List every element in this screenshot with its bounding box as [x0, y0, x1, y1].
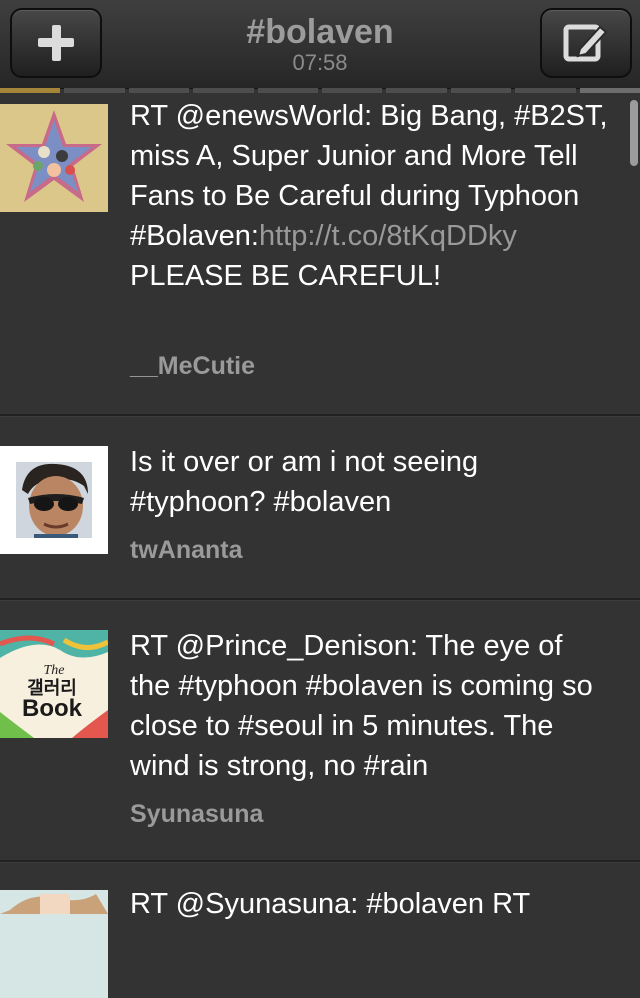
tweet-text: RT @Prince_Denison: The eye of the #typh…	[130, 630, 593, 782]
page-dot	[64, 88, 125, 93]
tweet-text: RT @Syunasuna: #bolaven RT	[130, 888, 531, 920]
timestamp: 07:58	[292, 50, 348, 75]
sunglasses-portrait-icon	[0, 446, 108, 554]
user-avatar[interactable]	[0, 104, 108, 212]
user-avatar[interactable]: The 갤러리 Book	[0, 630, 108, 738]
tweet-username[interactable]: __MeCutie	[130, 352, 255, 381]
page-dot	[128, 88, 190, 93]
tweet-row[interactable]: The 갤러리 Book RT @Prince_Denison: The eye…	[0, 600, 640, 862]
tweet-row[interactable]: RT @enewsWorld: Big Bang, #B2ST, miss A,…	[0, 94, 640, 416]
page-dot	[515, 88, 576, 93]
navigation-bar: #bolaven 07:58	[0, 0, 640, 89]
tweet-text: RT @enewsWorld: Big Bang, #B2ST, miss A,…	[130, 96, 610, 296]
photo-icon	[0, 890, 108, 998]
page-dot	[579, 88, 640, 93]
page-dot	[257, 88, 319, 93]
tweet-text-segment: PLEASE BE CAREFUL!	[130, 260, 442, 292]
tweet-link[interactable]: http://t.co/8tKqDDky	[259, 220, 517, 252]
compose-icon	[563, 24, 608, 62]
compose-button[interactable]	[540, 8, 632, 78]
page-dot	[450, 88, 512, 93]
user-avatar[interactable]	[0, 446, 108, 554]
tweet-text: Is it over or am i not seeing #typhoon? …	[130, 446, 479, 518]
tweet-username[interactable]: twAnanta	[130, 536, 243, 565]
tweet-row[interactable]: RT @Syunasuna: #bolaven RT	[0, 862, 640, 998]
gallery-book-icon: The 갤러리 Book	[0, 630, 108, 738]
avatar-text: Book	[22, 695, 83, 722]
user-avatar[interactable]	[0, 890, 108, 998]
add-button[interactable]	[10, 8, 102, 78]
page-dot	[386, 88, 447, 93]
star-collage-icon	[0, 104, 108, 212]
page-dot	[0, 88, 61, 93]
page-title: #bolaven	[246, 13, 394, 51]
tweet-row[interactable]: Is it over or am i not seeing #typhoon? …	[0, 416, 640, 600]
page-dot	[193, 88, 254, 93]
avatar-text: The	[44, 663, 65, 678]
plus-icon	[36, 23, 76, 63]
tweet-username[interactable]: Syunasuna	[130, 800, 263, 829]
scrollbar[interactable]	[630, 100, 638, 166]
tweet-list: RT @enewsWorld: Big Bang, #B2ST, miss A,…	[0, 94, 640, 998]
page-dot	[322, 88, 383, 93]
